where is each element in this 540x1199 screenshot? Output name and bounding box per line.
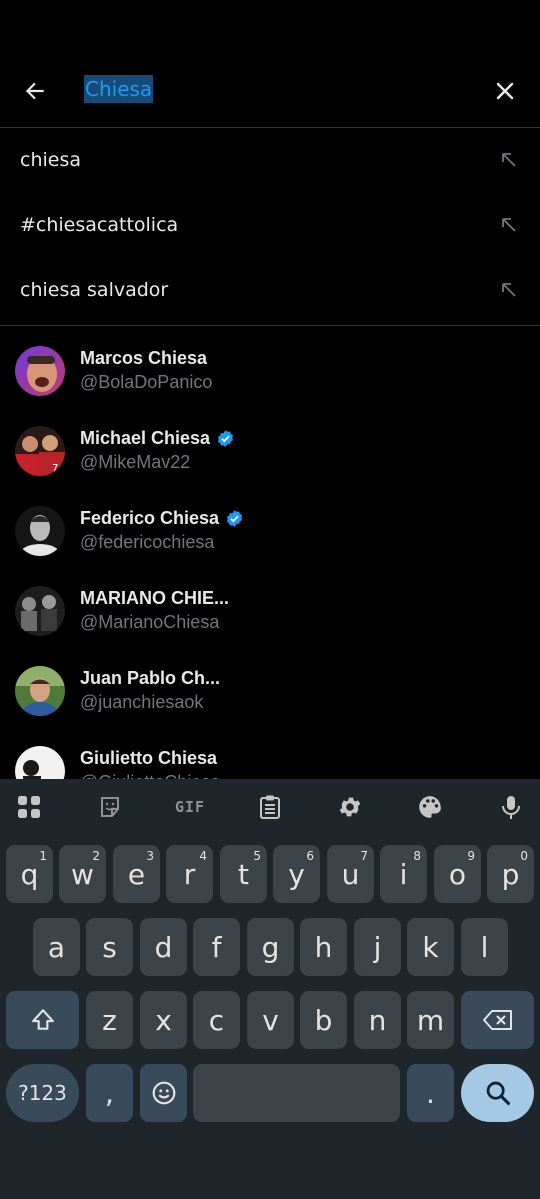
on-screen-keyboard: GIF q1 w2 e3 r4 t5 y6 u7 i8 o9 p0 a s d … bbox=[0, 779, 540, 1199]
user-result[interactable]: Juan Pablo Ch... @juanchiesaok bbox=[0, 666, 540, 746]
microphone-icon[interactable] bbox=[497, 793, 525, 821]
key-x[interactable]: x bbox=[140, 991, 187, 1049]
search-input[interactable]: Chiesa bbox=[84, 75, 154, 108]
key-l[interactable]: l bbox=[461, 918, 508, 976]
key-v[interactable]: v bbox=[247, 991, 294, 1049]
key-i[interactable]: i8 bbox=[380, 845, 427, 903]
avatar bbox=[15, 586, 65, 636]
search-icon bbox=[486, 1081, 510, 1106]
key-m[interactable]: m bbox=[407, 991, 454, 1049]
clipboard-icon[interactable] bbox=[256, 793, 284, 821]
shift-icon bbox=[31, 1009, 54, 1030]
suggestion-label: chiesa salvador bbox=[20, 279, 169, 301]
search-suggestion[interactable]: #chiesacattolica bbox=[0, 193, 540, 257]
suggestion-label: #chiesacattolica bbox=[20, 214, 179, 236]
avatar bbox=[15, 506, 65, 556]
user-handle: @juanchiesaok bbox=[80, 692, 204, 712]
key-e[interactable]: e3 bbox=[113, 845, 160, 903]
divider bbox=[0, 325, 540, 326]
key-r[interactable]: r4 bbox=[166, 845, 213, 903]
search-suggestion[interactable]: chiesa bbox=[0, 128, 540, 192]
close-icon bbox=[496, 82, 514, 100]
avatar: 7 bbox=[15, 426, 65, 476]
avatar bbox=[15, 346, 65, 396]
user-name: Giulietto Chiesa bbox=[80, 748, 218, 768]
search-query-text: Chiesa bbox=[84, 75, 154, 103]
user-name: Federico Chiesa bbox=[80, 508, 244, 529]
arrow-up-left-icon[interactable] bbox=[500, 151, 518, 169]
key-j[interactable]: j bbox=[354, 918, 401, 976]
arrow-left-icon bbox=[25, 82, 44, 100]
backspace-icon bbox=[482, 1010, 512, 1030]
space-bar[interactable] bbox=[193, 1064, 400, 1122]
key-s[interactable]: s bbox=[86, 918, 133, 976]
arrow-up-left-icon[interactable] bbox=[500, 216, 518, 234]
user-result[interactable]: MARIANO CHIE... @MarianoChiesa bbox=[0, 586, 540, 666]
user-handle: @MikeMav22 bbox=[80, 452, 191, 472]
user-handle: @BolaDoPanico bbox=[80, 372, 213, 392]
clear-search-button[interactable] bbox=[484, 70, 526, 112]
arrow-up-left-icon[interactable] bbox=[500, 281, 518, 299]
user-result[interactable]: Marcos Chiesa @BolaDoPanico bbox=[0, 346, 540, 426]
key-h[interactable]: h bbox=[300, 918, 347, 976]
key-w[interactable]: w2 bbox=[59, 845, 106, 903]
key-g[interactable]: g bbox=[247, 918, 294, 976]
key-d[interactable]: d bbox=[140, 918, 187, 976]
key-y[interactable]: y6 bbox=[273, 845, 320, 903]
period-key[interactable]: . bbox=[407, 1064, 454, 1122]
key-c[interactable]: c bbox=[193, 991, 240, 1049]
user-name: Juan Pablo Ch... bbox=[80, 668, 221, 688]
sticker-icon[interactable] bbox=[96, 793, 124, 821]
svg-text:7: 7 bbox=[52, 463, 58, 474]
gif-label: GIF bbox=[174, 798, 206, 816]
user-name: Marcos Chiesa bbox=[80, 348, 208, 368]
gif-button[interactable]: GIF bbox=[170, 793, 210, 821]
avatar bbox=[15, 666, 65, 716]
search-enter-key[interactable] bbox=[461, 1064, 534, 1122]
user-result[interactable]: 7 Michael Chiesa @MikeMav22 bbox=[0, 426, 540, 506]
user-name: Michael Chiesa bbox=[80, 428, 235, 449]
emoji-icon bbox=[152, 1081, 175, 1105]
verified-badge-icon bbox=[227, 510, 243, 527]
key-p[interactable]: p0 bbox=[487, 845, 534, 903]
key-k[interactable]: k bbox=[407, 918, 454, 976]
search-header: Chiesa bbox=[0, 0, 540, 128]
key-f[interactable]: f bbox=[193, 918, 240, 976]
shift-key[interactable] bbox=[6, 991, 79, 1049]
key-q[interactable]: q1 bbox=[6, 845, 53, 903]
back-button[interactable] bbox=[14, 70, 56, 112]
key-u[interactable]: u7 bbox=[327, 845, 374, 903]
key-o[interactable]: o9 bbox=[434, 845, 481, 903]
backspace-key[interactable] bbox=[461, 991, 534, 1049]
user-result[interactable]: Federico Chiesa @federicochiesa bbox=[0, 506, 540, 586]
comma-key[interactable]: , bbox=[86, 1064, 133, 1122]
key-z[interactable]: z bbox=[86, 991, 133, 1049]
user-name: MARIANO CHIE... bbox=[80, 588, 230, 608]
apps-grid-icon[interactable] bbox=[15, 793, 43, 821]
gear-icon[interactable] bbox=[336, 793, 364, 821]
suggestion-label: chiesa bbox=[20, 149, 81, 171]
key-t[interactable]: t5 bbox=[220, 845, 267, 903]
user-handle: @federicochiesa bbox=[80, 532, 215, 552]
keyboard-toolbar: GIF bbox=[0, 779, 540, 835]
symbols-key[interactable]: ?123 bbox=[6, 1064, 79, 1122]
verified-badge-icon bbox=[218, 430, 234, 447]
key-b[interactable]: b bbox=[300, 991, 347, 1049]
key-a[interactable]: a bbox=[33, 918, 80, 976]
palette-icon[interactable] bbox=[416, 793, 444, 821]
key-n[interactable]: n bbox=[354, 991, 401, 1049]
user-handle: @MarianoChiesa bbox=[80, 612, 220, 632]
emoji-key[interactable] bbox=[140, 1064, 187, 1122]
search-suggestion[interactable]: chiesa salvador bbox=[0, 258, 540, 322]
